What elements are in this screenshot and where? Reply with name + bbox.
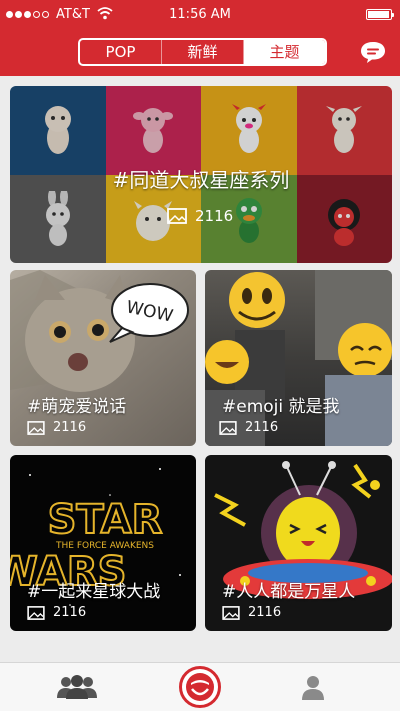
person-icon[interactable] [301,675,325,701]
tab-fresh[interactable]: 新鲜 [162,40,244,64]
app-header: AT&T 11:56 AM POP 新鲜 主题 [0,0,400,76]
status-time: 11:56 AM [169,7,231,22]
topic-card-emoji[interactable]: #emoji 就是我 2116 [205,270,392,446]
card-count: 2116 [27,605,86,620]
card-title: #人人都是万星人 [222,582,356,602]
tab-topics[interactable]: 主题 [244,40,325,64]
featured-topic-card[interactable]: #同道大叔星座系列 2116 [10,86,392,263]
card-count: 2116 [27,420,86,435]
image-icon [219,420,237,435]
featured-title: #同道大叔星座系列 [112,168,290,192]
topic-card-pets[interactable]: WOW #萌宠爱说话 2116 [10,270,196,446]
card-title: #萌宠爱说话 [27,397,127,417]
status-bar: AT&T 11:56 AM [0,0,400,30]
image-icon [27,605,45,620]
camera-face-icon[interactable] [179,666,221,708]
card-title: #一起来星球大战 [27,582,161,602]
image-icon [27,420,45,435]
image-icon [222,605,240,620]
chat-bubble-icon[interactable] [359,40,387,64]
card-count: 2116 [222,605,281,620]
topic-card-star-wars[interactable]: STAR THE FORCE AWAKENS WARS #一起来星球大战 211… [10,455,196,631]
speech-bubble: WOW [109,283,189,343]
image-icon [167,208,187,224]
people-icon[interactable] [56,675,98,699]
battery-icon [366,9,394,20]
topic-card-alien[interactable]: #人人都是万星人 2116 [205,455,392,631]
logo-line1: STAR [48,497,163,543]
tab-pop[interactable]: POP [80,40,162,64]
card-title: #emoji 就是我 [222,397,340,417]
featured-count: 2116 [167,207,233,225]
card-count: 2116 [219,420,278,435]
segmented-control: POP 新鲜 主题 [78,38,327,66]
